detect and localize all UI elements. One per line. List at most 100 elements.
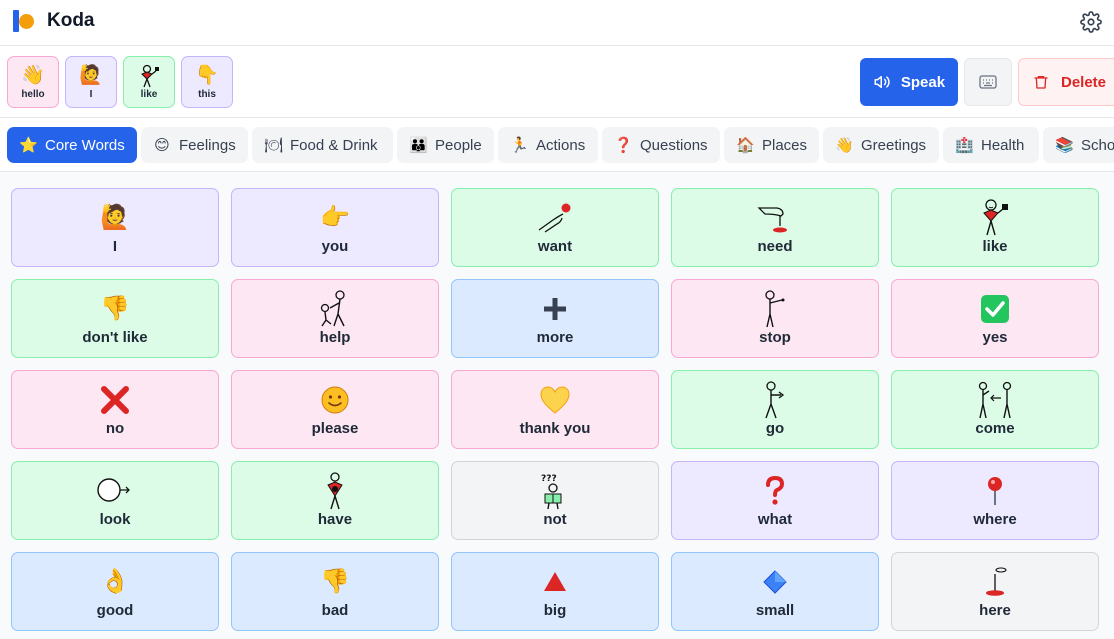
hospital-icon: 🏥 <box>955 137 974 154</box>
tile-here[interactable]: here <box>891 552 1099 631</box>
word-grid: 🙋 I 👉 you want need like 👎 don't like he… <box>0 172 1114 639</box>
tile-good[interactable]: 👌 good <box>11 552 219 631</box>
sentence-chip-this[interactable]: 👇 this <box>181 56 233 108</box>
want-hand-icon <box>535 200 575 236</box>
tile-word: need <box>757 238 793 255</box>
check-icon <box>980 291 1010 327</box>
help-figure-icon <box>316 290 354 327</box>
tile-go[interactable]: go <box>671 370 879 449</box>
tab-greetings[interactable]: 👋 Greetings <box>823 127 939 163</box>
tile-word: come <box>975 420 1015 437</box>
tab-food-drink[interactable]: 🍽 Food & Drink <box>252 127 393 163</box>
tab-label: Questions <box>640 136 708 154</box>
tile-please[interactable]: please <box>231 370 439 449</box>
tab-people[interactable]: 👪 People <box>397 127 494 163</box>
tile-not[interactable]: ??? not <box>451 461 659 540</box>
tab-label: Greetings <box>861 136 927 154</box>
tile-have[interactable]: have <box>231 461 439 540</box>
not-figure-icon: ??? <box>538 473 572 510</box>
tile-word: you <box>321 238 349 255</box>
tab-label: Actions <box>536 136 586 154</box>
tile-word: help <box>319 329 351 346</box>
tab-label: School <box>1081 136 1114 154</box>
tile-come[interactable]: come <box>891 370 1099 449</box>
tile-more[interactable]: more <box>451 279 659 358</box>
tile-word: want <box>537 238 573 255</box>
question-icon <box>763 473 787 509</box>
tab-school[interactable]: 📚 School <box>1043 127 1114 163</box>
tile-small[interactable]: small <box>671 552 879 631</box>
here-marker-icon <box>975 564 1015 600</box>
tile-need[interactable]: need <box>671 188 879 267</box>
tile-word: don't like <box>82 329 148 346</box>
tile-where[interactable]: where <box>891 461 1099 540</box>
star-icon: ⭐ <box>19 137 38 154</box>
tile-dont-like[interactable]: 👎 don't like <box>11 279 219 358</box>
tile-yes[interactable]: yes <box>891 279 1099 358</box>
tile-stop[interactable]: stop <box>671 279 879 358</box>
tile-big[interactable]: big <box>451 552 659 631</box>
tile-word: not <box>543 511 567 528</box>
tile-word: big <box>543 602 567 619</box>
keyboard-button[interactable] <box>964 58 1012 106</box>
tab-health[interactable]: 🏥 Health <box>943 127 1039 163</box>
tile-word: like <box>982 238 1008 255</box>
smile-icon <box>320 382 350 418</box>
tab-label: Health <box>981 136 1025 154</box>
tile-i[interactable]: 🙋 I <box>11 188 219 267</box>
speaker-icon <box>874 76 890 88</box>
tab-places[interactable]: 🏠 Places <box>724 127 819 163</box>
keyboard-icon <box>979 75 997 89</box>
svg-text:???: ??? <box>541 474 557 484</box>
have-figure-icon <box>320 472 350 510</box>
sentence-chip-like[interactable]: like <box>123 56 175 108</box>
tile-look[interactable]: look <box>11 461 219 540</box>
speak-button[interactable]: Speak <box>860 58 958 106</box>
triangle-icon <box>542 564 568 600</box>
tile-bad[interactable]: 👎 bad <box>231 552 439 631</box>
pointing-down-icon: 👇 <box>195 65 219 86</box>
delete-label: Delete <box>1061 73 1107 91</box>
sentence-chip-i[interactable]: 🙋 I <box>65 56 117 108</box>
settings-gear-icon[interactable] <box>1080 11 1102 33</box>
tile-word: where <box>973 511 1017 528</box>
sentence-chip-hello[interactable]: 👋 hello <box>7 56 59 108</box>
tile-word: thank you <box>519 420 591 437</box>
tile-what[interactable]: what <box>671 461 879 540</box>
tile-help[interactable]: help <box>231 279 439 358</box>
person-raising-hand-icon: 🙋 <box>79 65 103 86</box>
app-title: Koda <box>47 10 95 31</box>
smiley-icon: 😊 <box>154 137 170 154</box>
person-raising-hand-icon: 🙋 <box>100 204 130 231</box>
tab-core-words[interactable]: ⭐ Core Words <box>7 127 137 163</box>
tile-word: I <box>112 238 118 255</box>
tile-want[interactable]: want <box>451 188 659 267</box>
app-header: Koda <box>0 0 1114 46</box>
tile-word: good <box>96 602 134 619</box>
go-figure-icon <box>759 381 791 419</box>
plus-icon <box>542 291 568 327</box>
delete-button[interactable]: Delete <box>1018 58 1114 106</box>
tile-no[interactable]: no <box>11 370 219 449</box>
tab-label: Feelings <box>179 136 236 154</box>
tile-like[interactable]: like <box>891 188 1099 267</box>
tile-you[interactable]: 👉 you <box>231 188 439 267</box>
diamond-icon <box>762 564 788 600</box>
need-hand-icon <box>755 200 795 236</box>
sentence-chip-label: hello <box>21 89 45 100</box>
tile-word: look <box>99 511 131 528</box>
house-icon: 🏠 <box>736 137 755 154</box>
tab-feelings[interactable]: 😊 Feelings <box>141 127 248 163</box>
thumbs-down-icon: 👎 <box>100 295 130 322</box>
tab-actions[interactable]: 🏃 Actions <box>498 127 598 163</box>
cross-icon <box>100 382 130 418</box>
tile-word: bad <box>321 602 349 619</box>
stop-figure-icon <box>760 290 790 328</box>
tile-word: yes <box>982 329 1008 346</box>
look-head-icon <box>95 473 135 509</box>
tab-questions[interactable]: ❓ Questions <box>602 127 720 163</box>
tile-word: have <box>317 511 353 528</box>
trash-icon <box>1034 76 1048 89</box>
tile-word: no <box>105 420 125 437</box>
tile-thank-you[interactable]: thank you <box>451 370 659 449</box>
